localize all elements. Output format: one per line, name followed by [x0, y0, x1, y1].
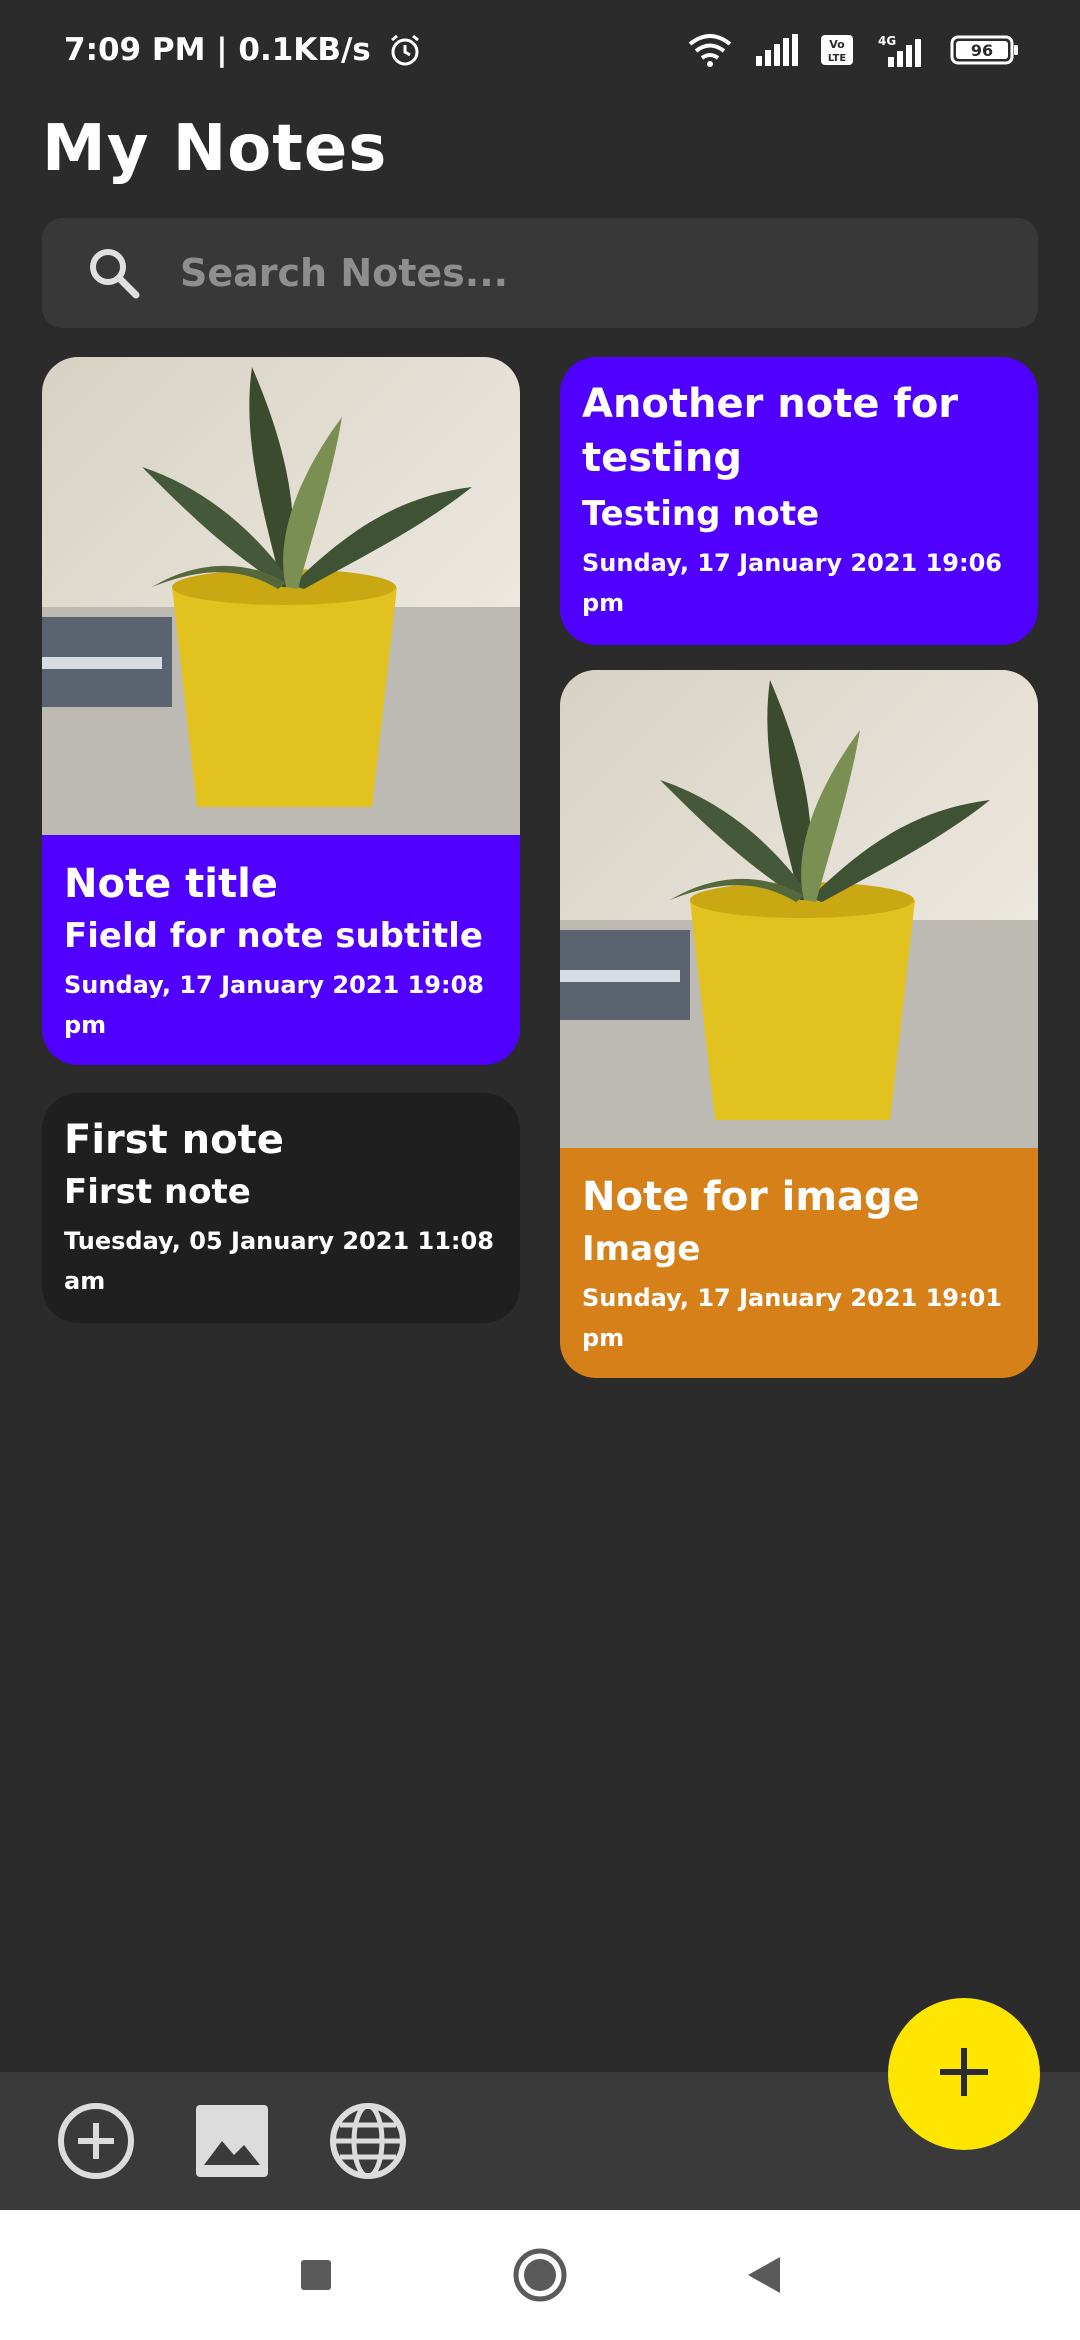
note-card[interactable]: Note title Field for note subtitle Sunda… — [42, 357, 520, 1065]
status-left: 7:09 PM | 0.1KB/s — [64, 32, 423, 68]
battery-level: 96 — [971, 41, 993, 60]
page-title: My Notes — [42, 112, 388, 186]
status-time-speed: 7:09 PM | 0.1KB/s — [64, 32, 371, 68]
note-subtitle: First note — [64, 1172, 251, 1212]
note-title: Another note for testing — [582, 381, 959, 481]
signal-icon — [756, 34, 798, 66]
signal-4g-icon: 4G — [876, 33, 928, 67]
back-triangle-icon[interactable] — [732, 2243, 796, 2307]
search-bar[interactable] — [42, 218, 1038, 328]
svg-text:Vo: Vo — [829, 38, 845, 51]
note-subtitle: Testing note — [582, 494, 820, 534]
note-card[interactable]: Another note for testing Testing note Su… — [560, 357, 1038, 645]
search-input[interactable] — [178, 233, 1038, 313]
add-circle-icon[interactable] — [54, 2099, 138, 2183]
status-bar: 7:09 PM | 0.1KB/s Vo LTE 4G 96 — [0, 0, 1080, 100]
add-note-fab[interactable] — [888, 1998, 1040, 2150]
note-date: Tuesday, 05 January 2021 11:08 am — [64, 1227, 494, 1295]
note-body: Note title Field for note subtitle Sunda… — [42, 835, 520, 1065]
note-body: Note for image Image Sunday, 17 January … — [560, 1148, 1038, 1378]
note-subtitle: Image — [582, 1229, 701, 1269]
note-title: Note for image — [582, 1174, 920, 1220]
note-subtitle: Field for note subtitle — [64, 916, 483, 956]
home-circle-icon[interactable] — [508, 2243, 572, 2307]
note-card[interactable]: Note for image Image Sunday, 17 January … — [560, 670, 1038, 1378]
note-body: First note First note Tuesday, 05 Januar… — [42, 1093, 520, 1323]
svg-text:4G: 4G — [878, 34, 896, 48]
note-title: First note — [64, 1117, 284, 1163]
wifi-icon — [686, 32, 734, 68]
recents-square-icon[interactable] — [284, 2243, 348, 2307]
system-navigation-bar — [0, 2210, 1080, 2340]
image-icon[interactable] — [190, 2099, 274, 2183]
plus-icon — [934, 2042, 994, 2106]
svg-text:LTE: LTE — [828, 53, 847, 64]
note-body: Another note for testing Testing note Su… — [560, 357, 1038, 645]
battery-icon: 96 — [950, 34, 1020, 66]
alarm-icon — [387, 32, 423, 68]
status-right: Vo LTE 4G 96 — [686, 32, 1020, 68]
note-date: Sunday, 17 January 2021 19:08 pm — [64, 971, 484, 1039]
search-icon — [84, 243, 144, 303]
note-date: Sunday, 17 January 2021 19:01 pm — [582, 1284, 1002, 1352]
note-image — [42, 357, 520, 835]
note-image — [560, 670, 1038, 1148]
note-date: Sunday, 17 January 2021 19:06 pm — [582, 549, 1002, 617]
volte-icon: Vo LTE — [820, 34, 854, 66]
globe-icon[interactable] — [326, 2099, 410, 2183]
note-card[interactable]: First note First note Tuesday, 05 Januar… — [42, 1093, 520, 1323]
note-title: Note title — [64, 861, 278, 907]
